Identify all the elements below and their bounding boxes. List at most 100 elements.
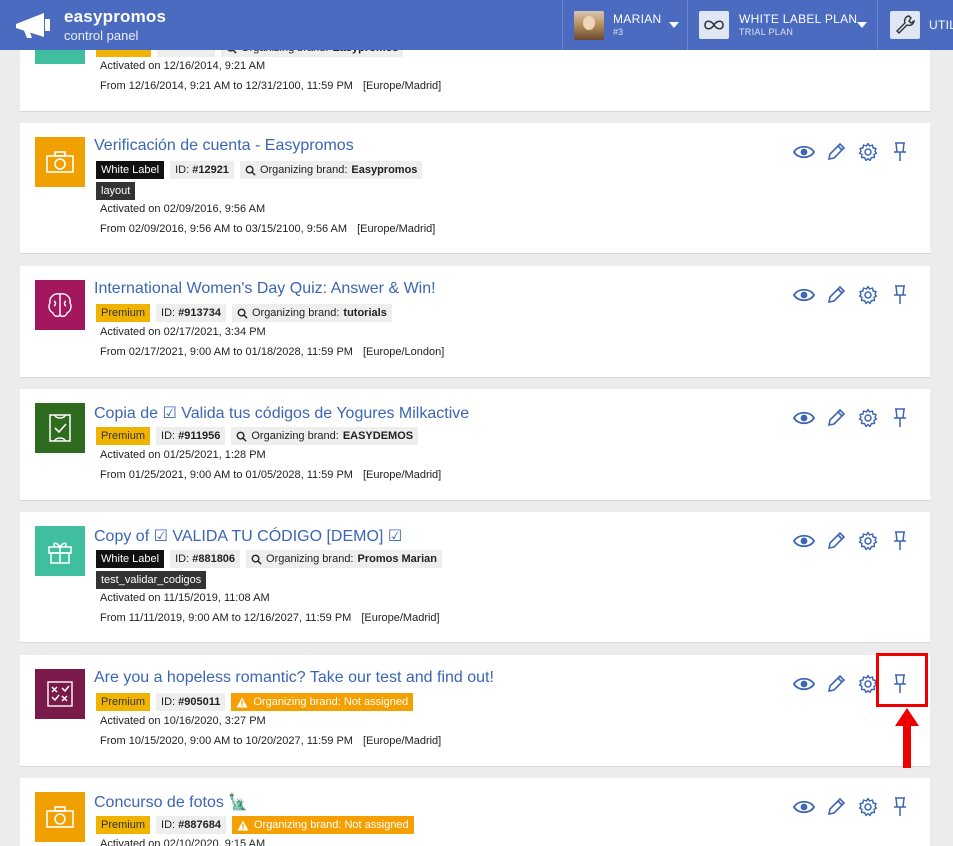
pin-icon[interactable]: [888, 283, 912, 307]
promotion-period: From 11/11/2019, 9:00 AM to 12/16/2027, …: [100, 612, 440, 624]
promotion-title[interactable]: Verificación de cuenta - Easypromos: [94, 137, 354, 155]
plan-menu[interactable]: WHITE LABEL PLAN TRIAL PLAN: [689, 0, 878, 50]
megaphone-logo-icon[interactable]: [14, 10, 56, 40]
pin-icon[interactable]: [888, 406, 912, 430]
timezone: [Europe/London]: [362, 346, 445, 358]
activation-date: Activated on 10/16/2020, 3:27 PM: [100, 715, 266, 727]
edit-pencil-icon[interactable]: [824, 140, 848, 164]
promotion-id: ID: #887684: [156, 816, 226, 834]
organizing-brand: Organizing brand: Easypromos: [239, 161, 423, 179]
timezone: [Europe/Madrid]: [362, 469, 442, 481]
brand-name[interactable]: easypromos: [64, 7, 166, 27]
settings-gear-icon[interactable]: [856, 140, 880, 164]
org-label: Organizing brand:: [251, 307, 340, 319]
promotion-tags: Premium ID: #913734 Organizing brand: tu…: [96, 304, 392, 322]
user-id: #3: [613, 27, 624, 37]
infinity-icon: [699, 11, 729, 39]
timezone: [Europe/Madrid]: [361, 612, 440, 624]
plan-badge: White Label: [96, 161, 165, 179]
camera-thumbnail[interactable]: [35, 792, 85, 842]
promotion-period: From 10/15/2020, 9:00 AM to 10/20/2027, …: [100, 735, 442, 747]
org-label: Organizing brand:: [259, 164, 348, 176]
red-arrow-up-icon: [895, 708, 919, 768]
edit-pencil-icon[interactable]: [824, 406, 848, 430]
preview-eye-icon[interactable]: [792, 283, 816, 307]
promotion-tags: White Label ID: #12921 Organizing brand:…: [96, 161, 423, 179]
organizing-brand: Organizing brand: Promos Marian: [246, 550, 442, 568]
promotion-title[interactable]: International Women's Day Quiz: Answer &…: [94, 280, 436, 298]
brain-thumbnail[interactable]: [35, 280, 85, 330]
plan-badge: Premium: [96, 693, 151, 711]
timezone: [Europe/Madrid]: [362, 735, 442, 747]
promotion-id: ID: #881806: [170, 550, 241, 568]
activation-date: Activated on 12/16/2014, 9:21 AM: [100, 60, 266, 72]
search-icon: [251, 554, 262, 565]
plan-badge: Premium: [96, 816, 151, 834]
plan-subtitle: TRIAL PLAN: [739, 27, 794, 37]
card-actions: [792, 672, 912, 696]
promotion-title[interactable]: Copia de ☑ Valida tus códigos de Yogures…: [94, 403, 469, 423]
timezone: [Europe/Madrid]: [362, 80, 442, 92]
promotion-card: International Women's Day Quiz: Answer &…: [20, 266, 930, 378]
preview-eye-icon[interactable]: [792, 406, 816, 430]
promotion-card: Are you a hopeless romantic? Take our te…: [20, 655, 930, 767]
ticket-check-icon: [49, 414, 71, 442]
edit-pencil-icon[interactable]: [824, 529, 848, 553]
search-icon: [237, 308, 248, 319]
card-actions: [792, 529, 912, 553]
utilities-menu[interactable]: UTIL: [879, 0, 953, 50]
plan-name: WHITE LABEL PLAN: [739, 12, 858, 26]
promotion-title[interactable]: Copy of ☑ VALIDA TU CÓDIGO [DEMO] ☑: [94, 526, 402, 546]
pin-icon[interactable]: [888, 140, 912, 164]
preview-eye-icon[interactable]: [792, 795, 816, 819]
promotion-tags: Premium ID: #887684 Organizing brand: No…: [96, 816, 414, 834]
edit-pencil-icon[interactable]: [824, 283, 848, 307]
preview-eye-icon[interactable]: [792, 140, 816, 164]
promotion-tags: White Label ID: #881806 Organizing brand…: [96, 550, 442, 568]
camera-icon: [46, 151, 74, 173]
user-name: MARIAN: [613, 12, 662, 26]
brain-icon: [48, 293, 72, 318]
settings-gear-icon[interactable]: [856, 795, 880, 819]
edit-pencil-icon[interactable]: [824, 795, 848, 819]
ticket-thumbnail[interactable]: [35, 403, 85, 453]
promotion-id: ID: #911956: [156, 427, 226, 445]
edit-pencil-icon[interactable]: [824, 672, 848, 696]
pin-icon[interactable]: [888, 672, 912, 696]
org-label: Organizing brand:: [251, 430, 339, 442]
plan-badge: Premium: [96, 304, 151, 322]
search-icon: [245, 165, 256, 176]
promotion-card: Copia de ☑ Valida tus códigos de Yogures…: [20, 389, 930, 501]
promotion-card: Concurso de fotos 🗽 Premium ID: #887684 …: [20, 778, 930, 846]
promotion-id: ID: #913734: [156, 304, 226, 322]
promotion-title[interactable]: Are you a hopeless romantic? Take our te…: [94, 669, 494, 687]
test-thumbnail[interactable]: [35, 669, 85, 719]
user-menu[interactable]: MARIAN #3: [562, 0, 688, 50]
pin-icon[interactable]: [888, 795, 912, 819]
chevron-down-icon: [669, 22, 679, 28]
camera-icon: [46, 806, 74, 828]
search-icon: [236, 431, 247, 442]
card-actions: [792, 795, 912, 819]
promotion-card: Copy of ☑ VALIDA TU CÓDIGO [DEMO] ☑ Whit…: [20, 512, 930, 643]
preview-eye-icon[interactable]: [792, 672, 816, 696]
camera-thumbnail[interactable]: [35, 137, 85, 187]
gift-thumbnail[interactable]: [35, 526, 85, 576]
pin-icon[interactable]: [888, 529, 912, 553]
preview-eye-icon[interactable]: [792, 529, 816, 553]
card-actions: [792, 283, 912, 307]
organizing-brand-warning: Organizing brand: Not assigned: [231, 693, 414, 711]
wrench-icon: [890, 11, 920, 39]
organizing-brand: Organizing brand: EASYDEMOS: [231, 427, 419, 445]
warning-icon: [237, 820, 249, 830]
org-name: EASYDEMOS: [342, 430, 414, 442]
promotion-period: From 12/16/2014, 9:21 AM to 12/31/2100, …: [100, 80, 442, 92]
promotion-title[interactable]: Concurso de fotos 🗽: [94, 792, 248, 812]
promotion-id: ID: #12921: [170, 161, 234, 179]
settings-gear-icon[interactable]: [856, 529, 880, 553]
settings-gear-icon[interactable]: [856, 406, 880, 430]
org-name: Promos Marian: [357, 553, 437, 565]
settings-gear-icon[interactable]: [856, 283, 880, 307]
avatar: [574, 11, 604, 40]
settings-gear-icon[interactable]: [856, 672, 880, 696]
